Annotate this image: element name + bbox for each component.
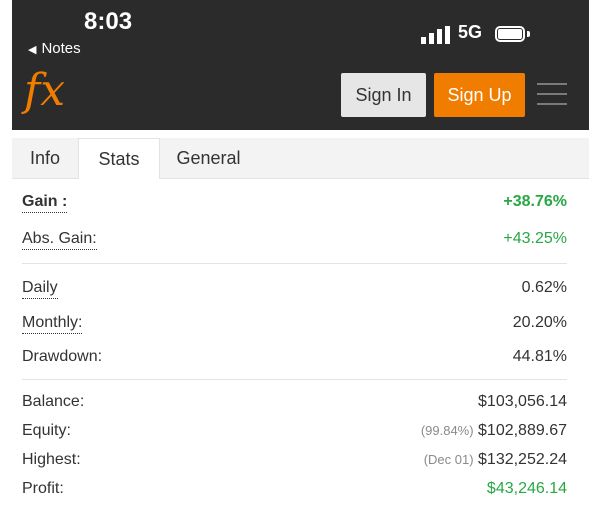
equity-percent-note: (99.84%)	[420, 423, 474, 438]
signal-icon	[421, 26, 450, 44]
highest-value-group: (Dec 01) $132,252.24	[424, 451, 567, 469]
drawdown-label: Drawdown:	[22, 348, 103, 365]
back-label: Notes	[41, 40, 81, 57]
back-arrow-icon: ◀	[28, 44, 37, 56]
tab-info[interactable]: Info	[12, 138, 78, 178]
highest-label: Highest:	[22, 451, 81, 468]
edge-strip	[0, 0, 12, 130]
back-to-notes-link[interactable]: ◀ Notes	[28, 40, 81, 57]
tab-bar: Info Stats General	[12, 138, 589, 179]
battery-icon	[495, 26, 525, 42]
profit-label: Profit:	[22, 480, 64, 497]
abs-gain-label[interactable]: Abs. Gain:	[22, 230, 97, 250]
daily-value: 0.62%	[521, 279, 567, 296]
equity-label: Equity:	[22, 422, 71, 439]
highest-value: $132,252.24	[478, 451, 567, 468]
monthly-label[interactable]: Monthly:	[22, 314, 83, 334]
divider	[22, 379, 567, 380]
equity-value-group: (99.84%) $102,889.67	[421, 422, 567, 440]
divider	[22, 263, 567, 264]
balance-value: $103,056.14	[478, 393, 567, 410]
tab-bar-fill	[257, 138, 589, 178]
drawdown-value: 44.81%	[512, 348, 567, 365]
fx-logo[interactable]: fx	[24, 66, 65, 116]
abs-gain-value: +43.25%	[503, 230, 567, 247]
highest-date-note: (Dec 01)	[423, 452, 474, 467]
hamburger-menu-icon[interactable]	[537, 83, 567, 107]
network-type: 5G	[458, 22, 483, 42]
gain-value: +38.76%	[503, 193, 567, 210]
sign-up-button[interactable]: Sign Up	[434, 73, 525, 117]
profit-value: $43,246.14	[486, 480, 567, 497]
status-time: 8:03	[84, 8, 133, 35]
gain-label[interactable]: Gain :	[22, 193, 68, 213]
tab-general[interactable]: General	[160, 138, 257, 178]
daily-label[interactable]: Daily	[22, 279, 58, 299]
monthly-value: 20.20%	[512, 314, 567, 331]
balance-label: Balance:	[22, 393, 85, 410]
sign-in-button[interactable]: Sign In	[341, 73, 426, 117]
battery-tip	[527, 31, 530, 37]
tab-stats[interactable]: Stats	[78, 138, 160, 179]
equity-value: $102,889.67	[478, 422, 567, 439]
